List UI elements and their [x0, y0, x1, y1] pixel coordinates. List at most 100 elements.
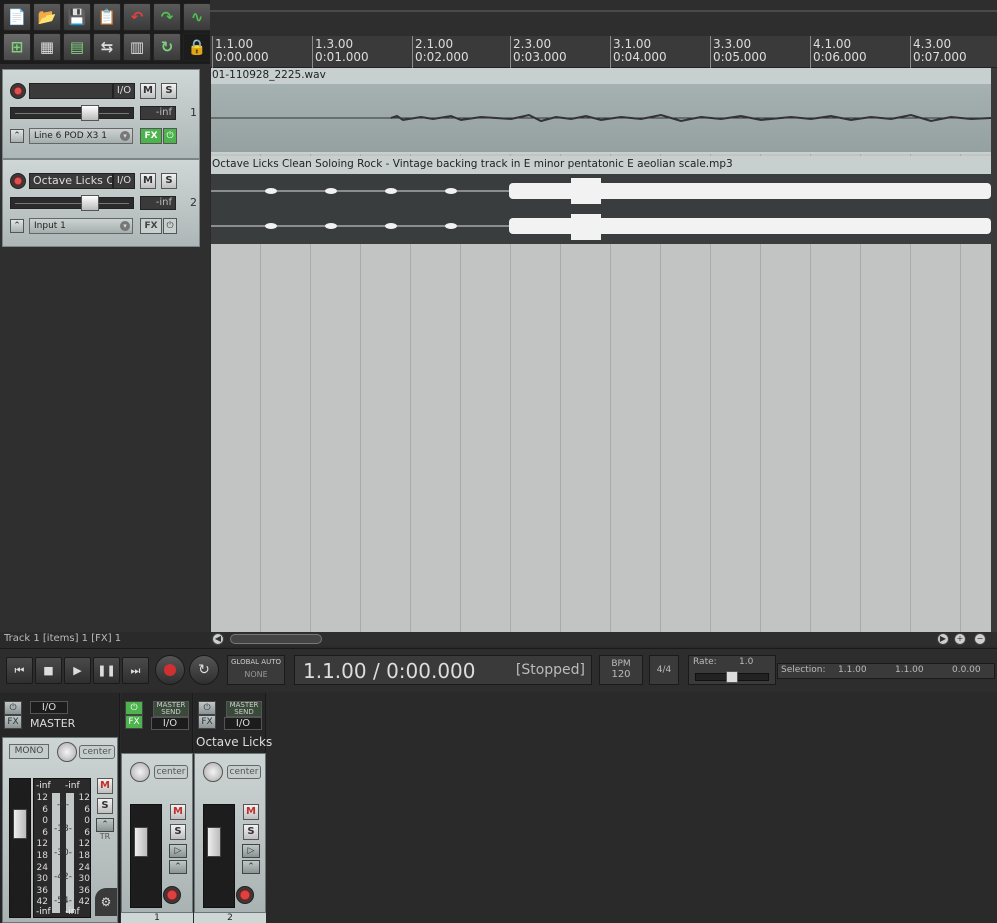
io-button[interactable]: I/O [113, 83, 135, 99]
pause-icon[interactable]: ❚❚ [93, 657, 120, 684]
input-select[interactable]: Line 6 POD X3 1 ▾ [29, 128, 133, 144]
master-fx-button[interactable]: FX [4, 715, 22, 729]
solo-button[interactable]: S [161, 173, 177, 189]
scroll-right-icon[interactable]: ▶ [937, 633, 949, 645]
envelope-icon[interactable]: ⌃ [96, 818, 114, 832]
power-icon[interactable]: ⏻ [4, 701, 22, 715]
zoom-in-icon[interactable]: + [954, 633, 966, 645]
master-io-button[interactable]: I/O [30, 701, 68, 714]
go-to-end-icon[interactable]: ⏭ [122, 657, 149, 684]
master-solo-button[interactable]: S [97, 798, 113, 814]
io-button[interactable]: I/O [151, 717, 189, 730]
undo-icon[interactable]: ↶ [123, 3, 151, 31]
scroll-thumb[interactable] [230, 634, 322, 644]
envelope-icon[interactable]: ⌃ [10, 129, 24, 143]
project-settings-icon[interactable]: 📋 [93, 3, 121, 31]
time-signature[interactable]: 4/4 [649, 655, 679, 685]
scroll-left-icon[interactable]: ◀ [212, 633, 224, 645]
envelope-icon[interactable]: ⌃ [10, 219, 24, 233]
item-grouping-icon[interactable]: ▤ [63, 33, 91, 61]
meter-scale-left: 12 6 0 6 12 18 24 30 36 42 [36, 793, 48, 908]
fx-button[interactable]: FX [140, 218, 162, 234]
track-name-field[interactable]: Octave Licks Cle [29, 173, 113, 189]
io-button[interactable]: I/O [224, 717, 262, 730]
power-icon[interactable]: ⏻ [125, 701, 143, 715]
track-number: 1 [190, 106, 197, 119]
envelope-icon[interactable]: ⌃ [169, 860, 187, 874]
media-item-1[interactable]: 01-110928_2225.wav [211, 68, 991, 154]
master-volume-fader[interactable] [9, 778, 31, 918]
selection-box[interactable]: Selection: 1.1.00 1.1.00 0.0.00 [777, 663, 995, 679]
open-project-icon[interactable]: 📂 [33, 3, 61, 31]
redo-icon[interactable]: ↷ [153, 3, 181, 31]
zoom-out-icon[interactable]: − [974, 633, 986, 645]
phase-icon[interactable]: ▷ [169, 844, 187, 858]
metronome-icon[interactable]: ∿ [183, 3, 211, 31]
global-auto-button[interactable]: GLOBAL AUTO NONE [227, 655, 285, 685]
track-number: 2 [190, 196, 197, 209]
ruler-mark: 1.1.00 0:00.000 [212, 36, 269, 68]
top-strip [210, 0, 997, 36]
rate-slider[interactable] [695, 671, 769, 683]
input-select[interactable]: Input 1 ▾ [29, 218, 133, 234]
ripple-edit-icon[interactable]: ⇆ [93, 33, 121, 61]
chevron-down-icon: ▾ [120, 221, 130, 231]
play-icon[interactable]: ▶ [64, 657, 91, 684]
volume-fader[interactable] [10, 195, 134, 211]
new-project-icon[interactable]: 📄 [3, 3, 31, 31]
mono-button[interactable]: MONO [9, 744, 49, 759]
mute-button[interactable]: M [243, 804, 259, 820]
arrange-view[interactable]: 01-110928_2225.wav Octave Licks Clean So… [211, 68, 991, 632]
master-send-label: MASTER SEND [153, 701, 189, 717]
loop-icon[interactable]: ↻ [153, 33, 181, 61]
solo-button[interactable]: S [161, 83, 177, 99]
phase-icon[interactable]: ▷ [242, 844, 260, 858]
grid-icon[interactable]: ▦ [33, 33, 61, 61]
ruler-mark: 3.1.00 0:04.000 [610, 36, 667, 68]
master-mute-button[interactable]: M [97, 778, 113, 794]
timeline-ruler[interactable]: 1.1.00 0:00.000 1.3.00 0:01.000 2.1.00 0:02… [210, 36, 997, 68]
record-button[interactable] [155, 655, 185, 685]
mute-button[interactable]: M [170, 804, 186, 820]
volume-fader[interactable] [10, 105, 134, 121]
playrate-box[interactable]: Rate: 1.0 [688, 655, 776, 685]
media-item-2[interactable]: Octave Licks Clean Soloing Rock - Vintag… [211, 156, 991, 244]
fx-button[interactable]: FX [198, 715, 216, 729]
strip-number: 2 [194, 913, 266, 923]
volume-fader[interactable] [130, 804, 162, 908]
trim-icon[interactable]: ▥ [123, 33, 151, 61]
pan-knob[interactable] [130, 762, 150, 782]
track-header-1[interactable]: I/O M S 1 -inf ⌃ Line 6 POD X3 1 ▾ FX ⏻ [2, 69, 200, 159]
stop-icon[interactable]: ■ [35, 657, 62, 684]
record-arm-button[interactable] [10, 173, 26, 189]
pan-knob[interactable] [203, 762, 223, 782]
bpm-box[interactable]: BPM 120 [599, 655, 643, 685]
fx-bypass-icon[interactable]: ⏻ [163, 218, 177, 234]
fx-button[interactable]: FX [140, 128, 162, 144]
mixer-settings-icon[interactable]: ⚙ [95, 888, 117, 916]
volume-fader[interactable] [203, 804, 235, 908]
lock-icon[interactable]: 🔒 [183, 33, 211, 61]
track-name-field[interactable] [29, 83, 113, 99]
save-project-icon[interactable]: 💾 [63, 3, 91, 31]
solo-button[interactable]: S [243, 824, 259, 840]
go-to-start-icon[interactable]: ⏮ [6, 657, 33, 684]
record-arm-button[interactable] [10, 83, 26, 99]
fx-button[interactable]: FX [125, 715, 143, 729]
track-header-2[interactable]: Octave Licks Cle I/O M S 2 -inf ⌃ Input … [2, 159, 200, 247]
mute-button[interactable]: M [140, 173, 156, 189]
horizontal-scrollbar[interactable]: ◀ ▶ + − [210, 632, 997, 646]
snap-icon[interactable]: ⊞ [3, 33, 31, 61]
pan-knob[interactable] [57, 742, 77, 762]
ruler-mark: 4.1.00 0:06.000 [810, 36, 867, 68]
vertical-scrollbar[interactable] [991, 68, 997, 632]
envelope-icon[interactable]: ⌃ [242, 860, 260, 874]
repeat-icon[interactable]: ↻ [189, 655, 219, 685]
power-icon[interactable]: ⏻ [198, 701, 216, 715]
record-arm-button[interactable] [236, 886, 254, 904]
record-arm-button[interactable] [163, 886, 181, 904]
mute-button[interactable]: M [140, 83, 156, 99]
fx-bypass-icon[interactable]: ⏻ [163, 128, 177, 144]
solo-button[interactable]: S [170, 824, 186, 840]
io-button[interactable]: I/O [113, 173, 135, 189]
